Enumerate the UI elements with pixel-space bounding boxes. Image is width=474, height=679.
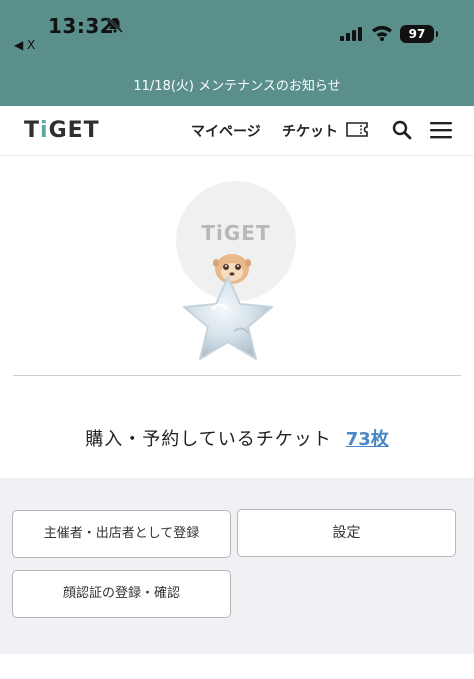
- purchased-tickets-label: 購入・予約しているチケット: [85, 429, 332, 450]
- logo-suffix: GET: [48, 118, 100, 143]
- search-icon[interactable]: [392, 120, 412, 140]
- maintenance-notice-link[interactable]: 11/18(火) メンテナンスのお知らせ: [0, 66, 474, 106]
- logo-i: i: [40, 118, 49, 143]
- profile-divider: [13, 375, 461, 376]
- settings-button[interactable]: 設定: [237, 509, 456, 557]
- register-organizer-button[interactable]: 主催者・出店者として登録: [12, 510, 231, 558]
- bell-muted-icon: [107, 17, 123, 33]
- status-bar: 13:32 ◀ X 97: [0, 0, 474, 66]
- battery-indicator: 97: [400, 25, 438, 43]
- cellular-signal-icon: [340, 27, 362, 41]
- profile-avatar[interactable]: TiGET: [176, 181, 296, 381]
- wifi-icon: [372, 25, 392, 41]
- avatar-logo: TiGET: [201, 221, 271, 245]
- account-actions-panel: 主催者・出店者として登録 設定 顔認証の登録・確認: [0, 478, 474, 654]
- meerkat-star-mascot-image: [183, 254, 273, 360]
- status-time: 13:32: [48, 14, 115, 38]
- ticket-icon[interactable]: [346, 122, 368, 137]
- tiget-logo[interactable]: TiGET: [24, 118, 100, 143]
- back-to-app-link[interactable]: ◀ X: [14, 38, 35, 52]
- nav-mypage-link[interactable]: マイページ: [191, 121, 261, 141]
- logo-prefix: T: [24, 118, 41, 143]
- nav-ticket-link[interactable]: チケット: [282, 121, 338, 141]
- hamburger-menu-icon[interactable]: [430, 121, 452, 139]
- face-auth-button[interactable]: 顔認証の登録・確認: [12, 570, 231, 618]
- site-header: TiGET マイページ チケット: [0, 106, 474, 156]
- ticket-count-link[interactable]: 73枚: [346, 429, 389, 450]
- purchased-tickets-summary: 購入・予約しているチケット 73枚: [0, 425, 474, 451]
- page-bottom: [0, 654, 474, 679]
